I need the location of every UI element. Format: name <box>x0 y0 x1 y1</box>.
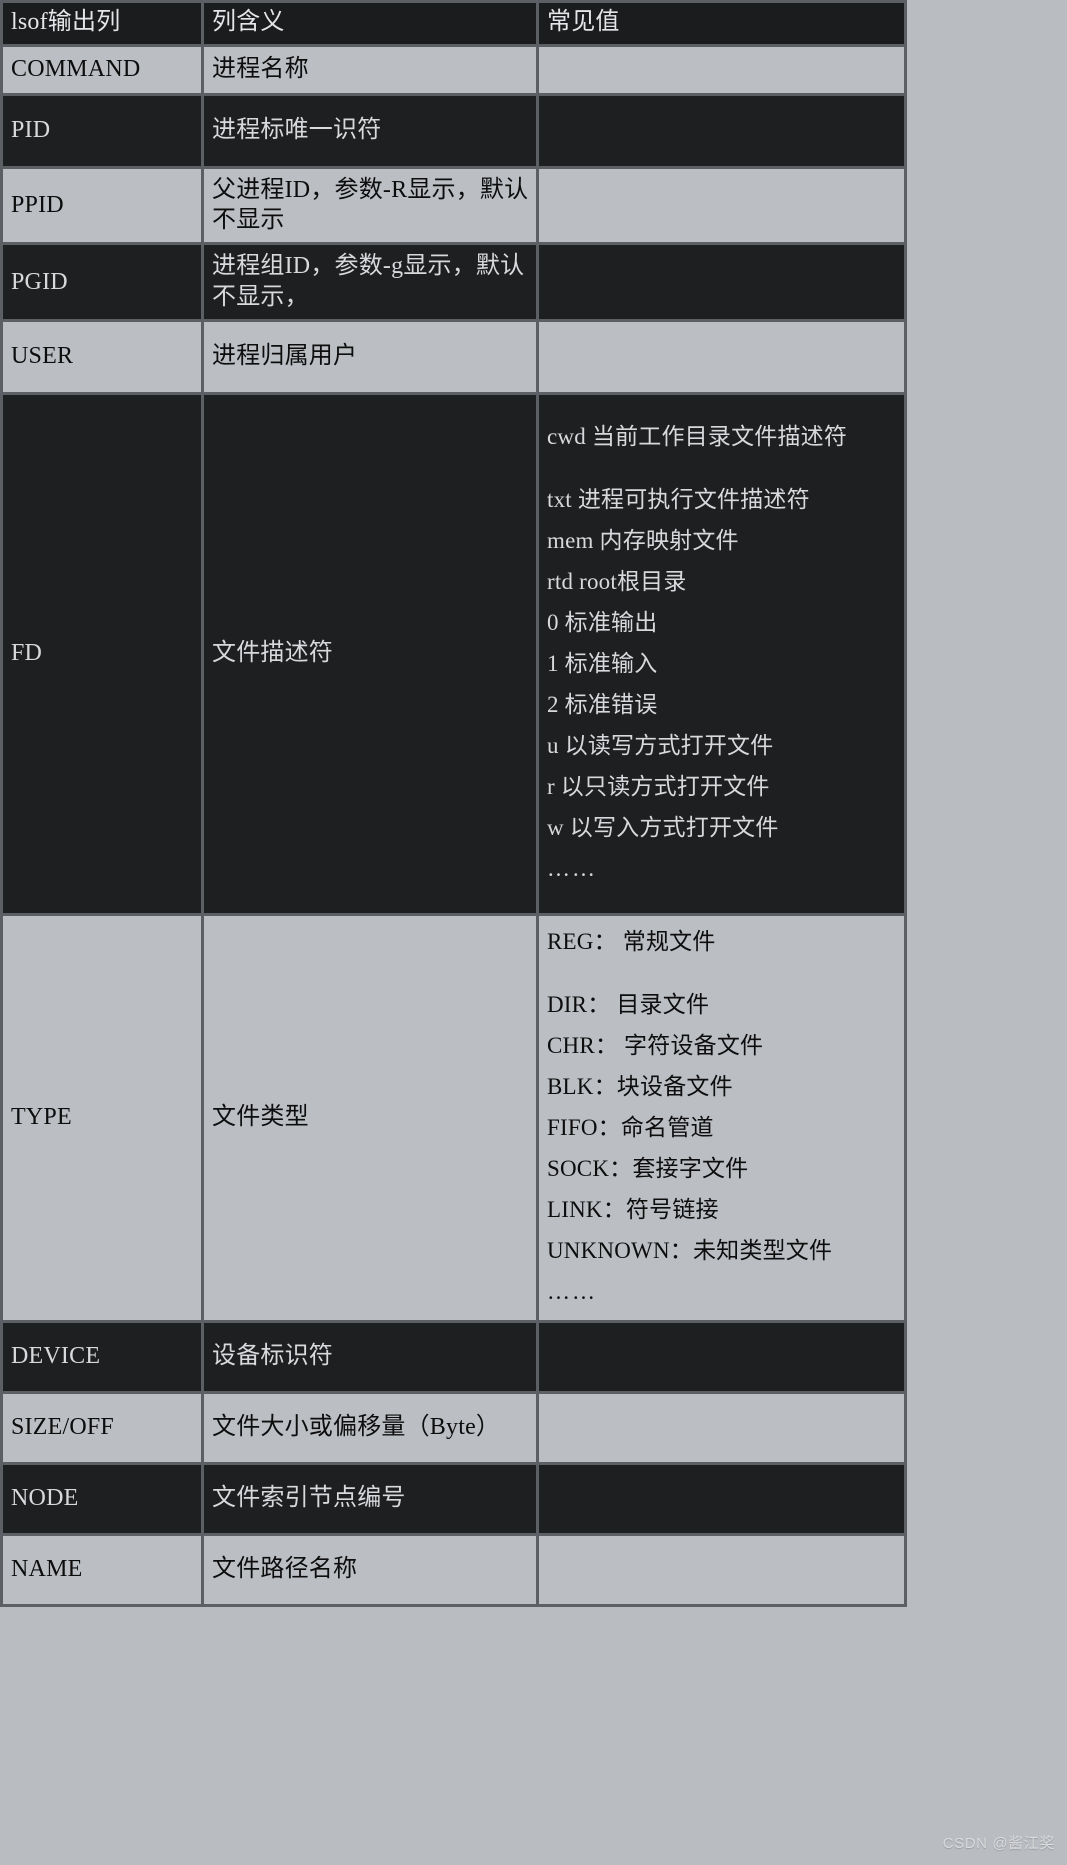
value-list-item: u 以读写方式打开文件 <box>547 733 774 758</box>
table-row: TYPE 文件类型 REG： 常规文件 DIR： 目录文件 CHR： 字符设备文件 B… <box>3 915 904 1320</box>
value-list-item: SOCK：套接字文件 <box>547 1156 749 1182</box>
cell-column-name: FD <box>3 394 201 913</box>
cell-common-values <box>539 46 904 93</box>
value-list-item: 0 标准输出 <box>547 610 658 636</box>
cell-column-name: PPID <box>3 168 201 243</box>
csdn-watermark: CSDN @酱江奖 <box>942 1835 1055 1852</box>
value-list-item: …… <box>547 855 597 881</box>
value-list-item: r 以只读方式打开文件 <box>547 773 770 799</box>
value-list-item: …… <box>547 1278 597 1304</box>
table-row: PID 进程标唯一识符 <box>3 95 904 166</box>
table-row: SIZE/OFF 文件大小或偏移量（Byte） <box>3 1393 904 1462</box>
value-list-item: CHR： 字符设备文件 <box>547 1033 764 1059</box>
value-list-item: REG： 常规文件 <box>547 929 716 955</box>
table-row: PGID 进程组ID，参数-g显示，默认不显示， <box>3 245 904 319</box>
table-row: NAME 文件路径名称 <box>3 1535 904 1604</box>
cell-common-values: cwd 当前工作目录文件描述符 txt 进程可执行文件描述符 mem 内存映射文件 r… <box>539 394 904 913</box>
cell-column-name: DEVICE <box>3 1322 201 1391</box>
header-cell-common-values: 常见值 <box>539 3 904 44</box>
cell-column-name: NAME <box>3 1535 201 1604</box>
cell-column-meaning: 进程组ID，参数-g显示，默认不显示， <box>204 245 536 319</box>
lsof-column-reference-table: lsof输出列 列含义 常见值 COMMAND 进程名称 PID 进程标唯一识符… <box>0 0 907 1607</box>
cell-common-values <box>539 95 904 166</box>
cell-column-meaning: 文件描述符 <box>204 394 536 913</box>
value-list-item: UNKNOWN：未知类型文件 <box>547 1237 833 1263</box>
value-list-item: rtd root根目录 <box>547 569 687 595</box>
cell-common-values <box>539 1393 904 1462</box>
cell-column-meaning: 进程归属用户 <box>204 321 536 392</box>
header-cell-meaning: 列含义 <box>204 3 536 44</box>
cell-column-name: TYPE <box>3 915 201 1320</box>
value-list-item: mem 内存映射文件 <box>547 528 739 554</box>
value-list-item: 1 标准输入 <box>547 651 658 677</box>
cell-common-values: REG： 常规文件 DIR： 目录文件 CHR： 字符设备文件 BLK：块设备文件 FI… <box>539 915 904 1320</box>
cell-common-values <box>539 245 904 319</box>
table-row: FD 文件描述符 cwd 当前工作目录文件描述符 txt 进程可执行文件描述符 me… <box>3 394 904 913</box>
cell-common-values <box>539 1464 904 1533</box>
type-value-list: REG： 常规文件 DIR： 目录文件 CHR： 字符设备文件 BLK：块设备文件 FI… <box>547 922 897 1312</box>
cell-column-name: PGID <box>3 245 201 319</box>
table-header-row: lsof输出列 列含义 常见值 <box>3 3 904 44</box>
table-row: NODE 文件索引节点编号 <box>3 1464 904 1533</box>
fd-value-list: cwd 当前工作目录文件描述符 txt 进程可执行文件描述符 mem 内存映射文件 r… <box>547 417 897 889</box>
header-cell-output-column: lsof输出列 <box>3 3 201 44</box>
value-list-item: DIR： 目录文件 <box>547 992 710 1018</box>
cell-column-name: COMMAND <box>3 46 201 93</box>
table-row: DEVICE 设备标识符 <box>3 1322 904 1391</box>
value-list-item: LINK：符号链接 <box>547 1197 719 1222</box>
cell-column-name: SIZE/OFF <box>3 1393 201 1462</box>
value-list-item: BLK：块设备文件 <box>547 1074 733 1100</box>
value-list-item: w 以写入方式打开文件 <box>547 814 779 840</box>
cell-column-meaning: 设备标识符 <box>204 1322 536 1391</box>
cell-column-meaning: 文件路径名称 <box>204 1535 536 1604</box>
table-row: COMMAND 进程名称 <box>3 46 904 93</box>
cell-common-values <box>539 1535 904 1604</box>
cell-column-meaning: 父进程ID，参数-R显示，默认不显示 <box>204 168 536 243</box>
cell-common-values <box>539 1322 904 1391</box>
cell-column-meaning: 文件索引节点编号 <box>204 1464 536 1533</box>
value-list-item: cwd 当前工作目录文件描述符 <box>547 424 848 450</box>
cell-column-name: USER <box>3 321 201 392</box>
value-list-item: 2 标准错误 <box>547 692 658 718</box>
value-list-item: txt 进程可执行文件描述符 <box>547 487 810 513</box>
cell-column-meaning: 文件类型 <box>204 915 536 1320</box>
table-row: PPID 父进程ID，参数-R显示，默认不显示 <box>3 168 904 243</box>
table-row: USER 进程归属用户 <box>3 321 904 392</box>
cell-column-name: NODE <box>3 1464 201 1533</box>
cell-common-values <box>539 321 904 392</box>
cell-column-name: PID <box>3 95 201 166</box>
cell-column-meaning: 文件大小或偏移量（Byte） <box>204 1393 536 1462</box>
lsof-column-reference-table-wrapper: lsof输出列 列含义 常见值 COMMAND 进程名称 PID 进程标唯一识符… <box>0 0 907 1607</box>
cell-column-meaning: 进程名称 <box>204 46 536 93</box>
value-list-item: FIFO：命名管道 <box>547 1115 714 1141</box>
cell-column-meaning: 进程标唯一识符 <box>204 95 536 166</box>
cell-common-values <box>539 168 904 243</box>
